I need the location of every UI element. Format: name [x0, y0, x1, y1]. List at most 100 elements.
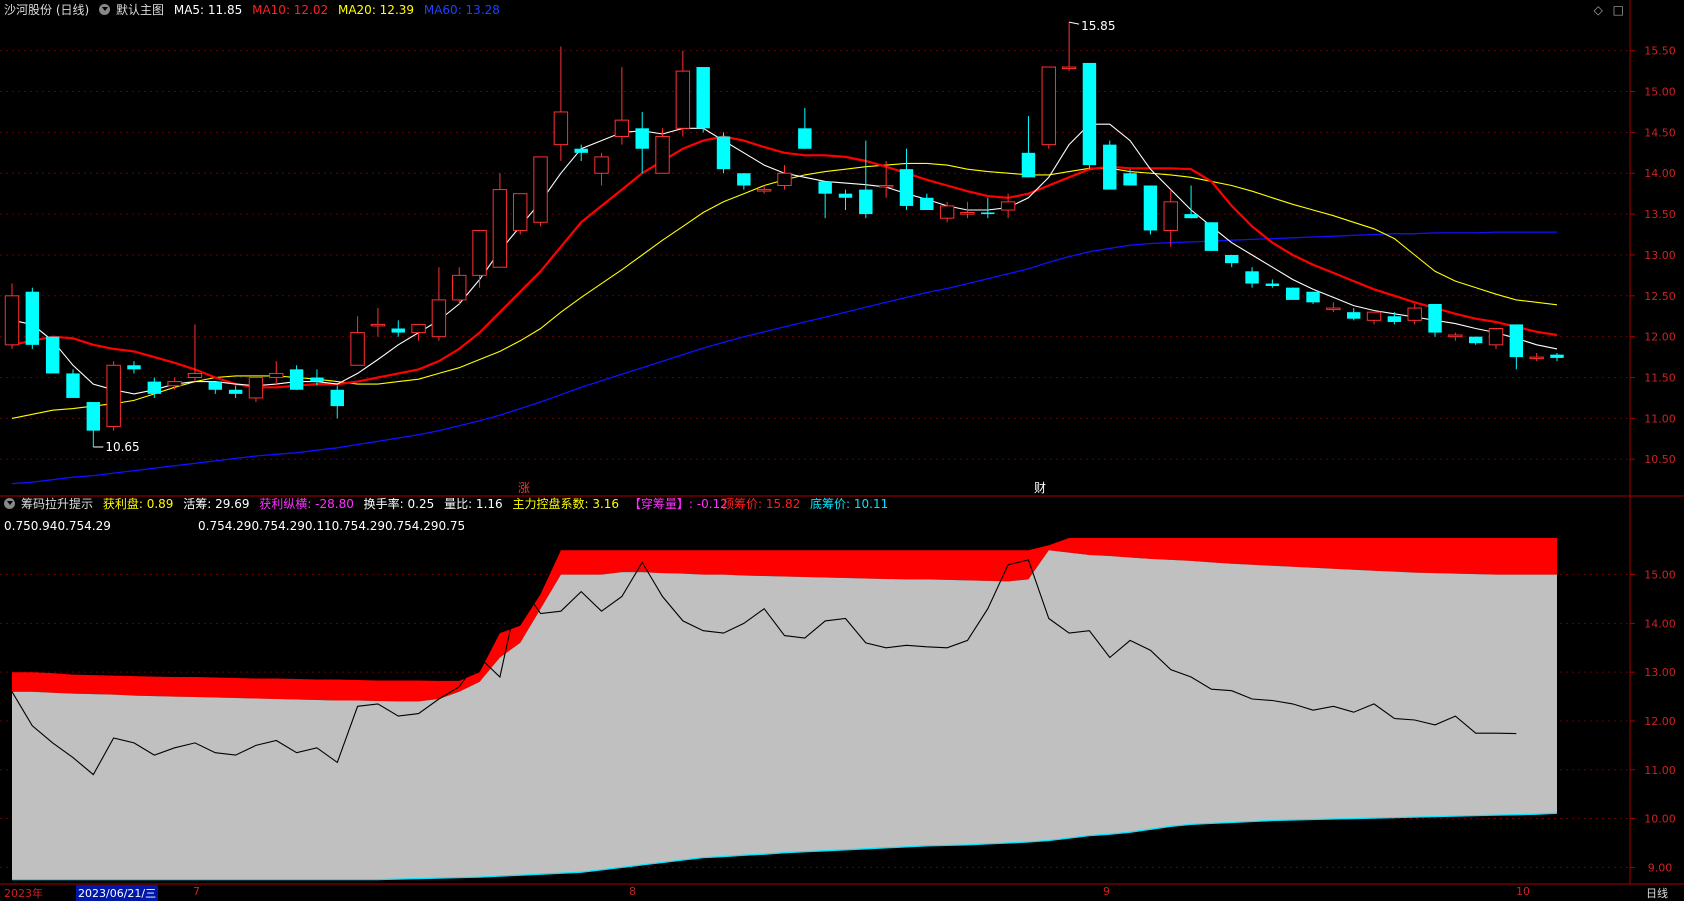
- candle-body: [1347, 312, 1361, 319]
- period-label[interactable]: 日线: [1646, 885, 1668, 901]
- candle-body: [513, 193, 528, 231]
- candle: [4, 283, 20, 349]
- candle-body: [1407, 307, 1422, 321]
- candle: [1428, 303, 1442, 337]
- candle-body: [1286, 287, 1300, 300]
- candle-body: [1245, 271, 1259, 284]
- candle-body: [1123, 173, 1137, 186]
- candle: [1407, 303, 1422, 325]
- candle: [167, 377, 182, 390]
- month-9-label: 9: [1103, 885, 1110, 898]
- candle: [106, 361, 121, 431]
- main-chart-header: 沙河股份 (日线) 默认主图 MA5: 11.85 MA10: 12.02 MA…: [4, 2, 506, 18]
- main-axis-label: 12.50: [1644, 290, 1676, 303]
- candle: [1326, 302, 1341, 313]
- date-axis-bar: 2023年 2023/06/21/三 7 8 9 10 日线: [0, 884, 1684, 901]
- candle: [330, 385, 344, 419]
- candle-body: [330, 389, 344, 407]
- candle: [1204, 222, 1219, 251]
- candle: [1041, 66, 1056, 149]
- candle-body: [1326, 307, 1341, 311]
- candle-body: [66, 373, 80, 398]
- candle-body: [696, 67, 710, 129]
- top-price-value: 顶筹价: 15.82: [722, 497, 801, 511]
- indicator-dropdown-icon[interactable]: [4, 498, 15, 509]
- candle: [899, 148, 914, 211]
- sub-chart-header: 筹码拉升提示 获利盘: 0.89 活筹: 29.69 获利纵横: -28.80 …: [4, 496, 734, 512]
- candle: [228, 385, 243, 398]
- candle-body: [1204, 222, 1219, 251]
- candle-body: [370, 323, 386, 327]
- template-dropdown-icon[interactable]: [99, 4, 111, 15]
- candle: [1488, 327, 1504, 349]
- candle-body: [1509, 324, 1524, 358]
- candle-body: [1428, 303, 1442, 333]
- main-axis-label: 13.50: [1644, 208, 1676, 221]
- candle-body: [1468, 336, 1483, 344]
- sub-axis-label: 10.00: [1644, 813, 1676, 826]
- candle: [635, 111, 649, 174]
- indicator-name[interactable]: 筹码拉升提示: [21, 497, 93, 511]
- candle-body: [1061, 66, 1077, 70]
- month-8-label: 8: [629, 885, 636, 898]
- sub-axis-label: 11.00: [1644, 764, 1676, 777]
- candle-body: [878, 185, 894, 188]
- candle-body: [167, 381, 182, 387]
- candle-body: [1529, 356, 1544, 360]
- chart-canvas[interactable]: 15.50 15.00 14.50 14.00 13.50 13.00 12.50 12.00…: [0, 0, 1684, 900]
- ma10-value: MA10: 12.02: [252, 3, 329, 17]
- candle: [269, 361, 284, 386]
- candle: [513, 193, 528, 235]
- candle-body: [533, 156, 548, 223]
- sub-axis-label: 13.00: [1644, 666, 1676, 679]
- candle: [1468, 336, 1483, 345]
- candle-body: [289, 369, 304, 390]
- candle: [696, 67, 710, 133]
- sub-values-mid: 0.754.290.754.290.110.754.290.754.290.75: [198, 519, 466, 533]
- diamond-icon[interactable]: ◇: [1594, 3, 1603, 17]
- candle-body: [553, 111, 569, 146]
- candle: [1163, 189, 1178, 247]
- candle: [1306, 291, 1320, 304]
- candle: [1061, 22, 1077, 72]
- penetrate-value: 【穿筹量】: -0.12: [628, 497, 728, 511]
- candle-body: [1041, 66, 1056, 146]
- square-icon[interactable]: □: [1613, 3, 1624, 17]
- main-axis-label: 11.50: [1644, 372, 1676, 385]
- candle-body: [147, 381, 162, 394]
- sub-axis-label: 12.00: [1644, 715, 1676, 728]
- candle: [737, 173, 751, 190]
- candle: [431, 267, 447, 341]
- marker-cai: 财: [1034, 481, 1046, 495]
- ma60-value: MA60: 13.28: [423, 3, 500, 17]
- candle-body: [492, 189, 508, 268]
- active-value: 活筹: 29.69: [183, 497, 250, 511]
- candle-body: [208, 381, 222, 390]
- template-label[interactable]: 默认主图: [116, 3, 164, 17]
- candle-body: [1550, 354, 1564, 358]
- candle: [838, 189, 853, 211]
- main-axis-label: 14.50: [1644, 126, 1676, 139]
- candle: [594, 152, 609, 186]
- candle: [818, 181, 832, 219]
- ma20-value: MA20: 12.39: [337, 3, 415, 17]
- candle: [350, 316, 365, 366]
- ma5-line: [11, 123, 1558, 395]
- profit-value: 获利盘: 0.89: [102, 497, 174, 511]
- candle-body: [1103, 144, 1117, 190]
- main-axis-label: 15.50: [1644, 45, 1676, 58]
- candle-body: [1387, 316, 1402, 322]
- candle: [859, 140, 873, 219]
- candle-body: [45, 336, 60, 374]
- candle-body: [818, 181, 832, 194]
- candle-body: [981, 212, 995, 215]
- candle-body: [1366, 311, 1382, 321]
- volume-ratio-value: 量比: 1.16: [444, 497, 503, 511]
- candle-body: [269, 372, 284, 379]
- candle: [655, 128, 670, 174]
- candle-body: [391, 328, 405, 333]
- candle-body: [838, 193, 853, 198]
- marker-zhang: 涨: [518, 480, 530, 495]
- candle: [1366, 311, 1382, 325]
- candle-body: [737, 173, 751, 186]
